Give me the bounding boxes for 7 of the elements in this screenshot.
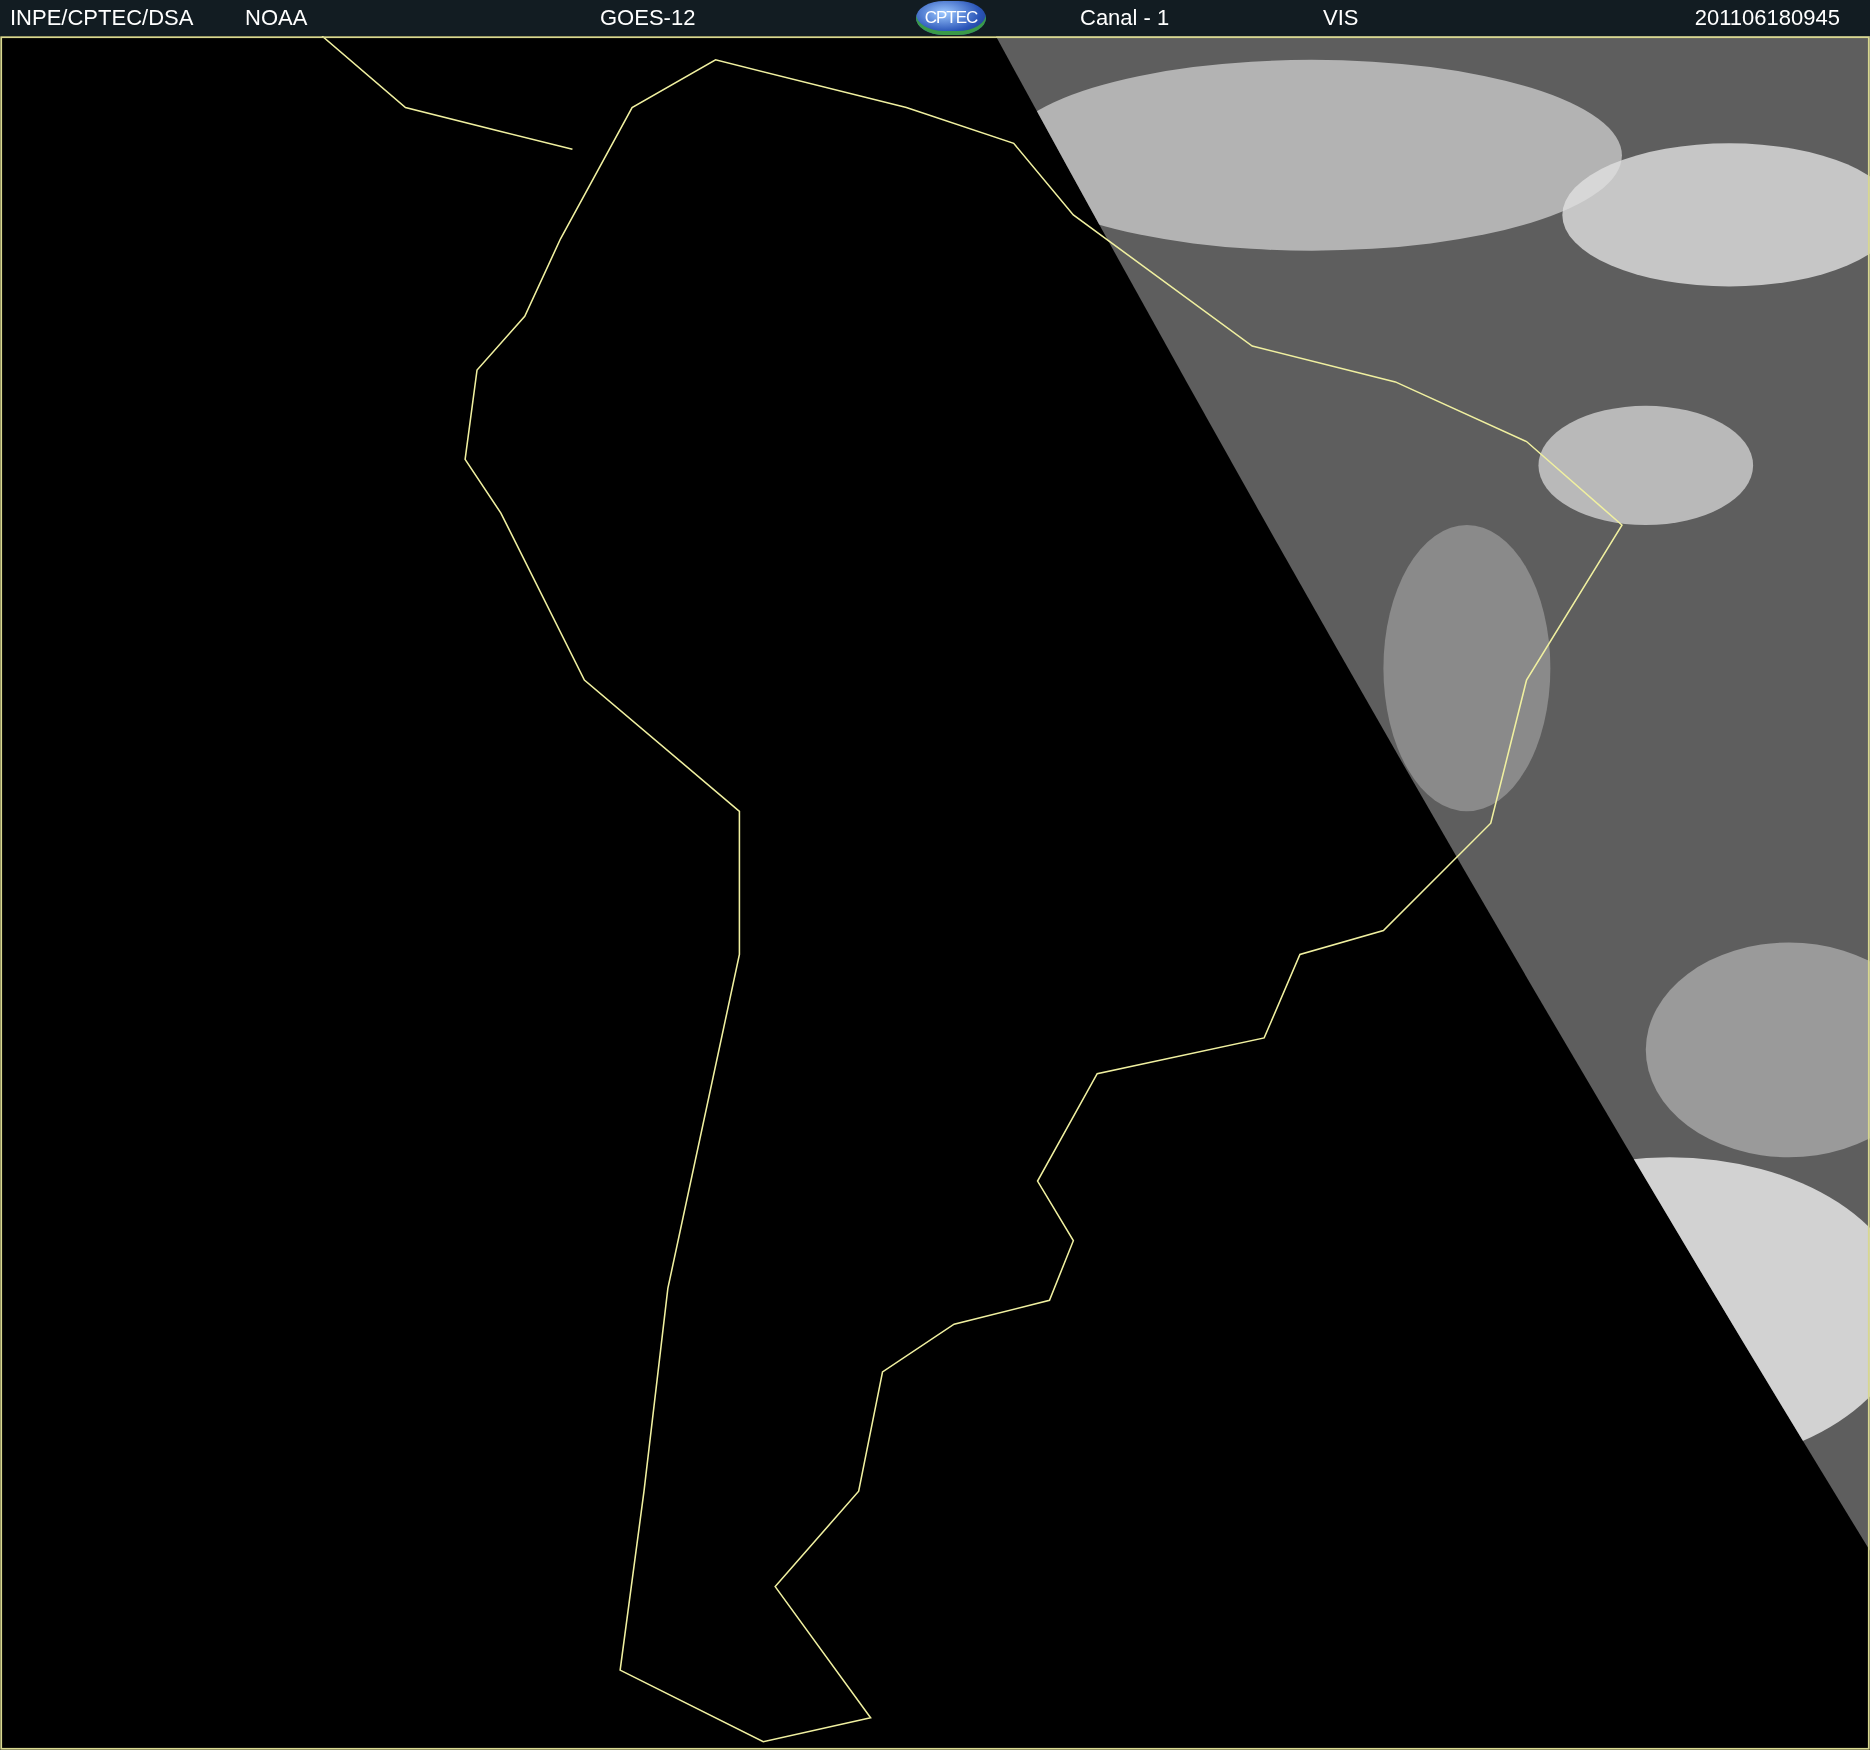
logo: CPTEC (916, 1, 986, 35)
channel-label: Canal - 1 (1080, 5, 1171, 31)
satellite-label: GOES-12 (600, 5, 697, 31)
agency-label: INPE/CPTEC/DSA (10, 5, 195, 31)
band-label: VIS (1323, 5, 1360, 31)
source-label: NOAA (245, 5, 309, 31)
timestamp-label: 201106180945 (1694, 5, 1840, 31)
